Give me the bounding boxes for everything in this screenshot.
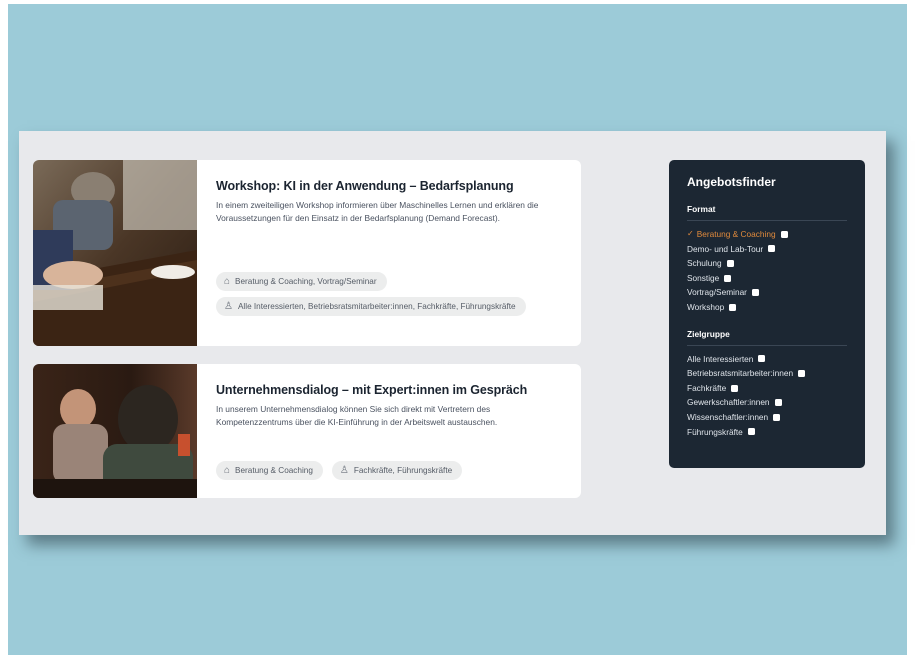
format-filter-label: Beratung & Coaching bbox=[696, 229, 776, 239]
offer-description: In einem zweiteiligen Workshop informier… bbox=[216, 200, 539, 223]
content-panel: Workshop: KI in der Anwendung – Bedarfsp… bbox=[19, 131, 886, 535]
filter-checkbox[interactable] bbox=[780, 230, 788, 238]
person-icon: ♙ bbox=[339, 465, 349, 476]
filter-checkbox[interactable] bbox=[774, 399, 782, 407]
format-filter-label: Demo- und Lab-Tour bbox=[687, 243, 764, 254]
format-filter-label: Vortrag/Seminar bbox=[687, 287, 747, 298]
format-filter-option[interactable]: Vortrag/Seminar bbox=[687, 285, 847, 300]
audience-filter-label: Gewerkschaftler:innen bbox=[687, 397, 770, 408]
format-filter-list: ✓ Beratung & Coaching Demo- und Lab-Tour Sc… bbox=[687, 227, 847, 315]
audience-filter-option[interactable]: Betriebsratsmitarbeiter:innen bbox=[687, 366, 847, 381]
finder-title: Angebotsfinder bbox=[687, 175, 776, 189]
audience-filter-option[interactable]: Wissenschaftler:innen bbox=[687, 410, 847, 425]
audience-filter-option[interactable]: Alle Interessierten bbox=[687, 352, 847, 367]
audience-filter-label: Fachkräfte bbox=[687, 382, 727, 393]
audience-filter-label: Alle Interessierten bbox=[687, 353, 754, 364]
offer-description: In unserem Unternehmensdialog können Sie… bbox=[216, 404, 498, 427]
filter-checkbox[interactable] bbox=[726, 259, 734, 267]
offer-card[interactable]: Unternehmensdialog – mit Expert:innen im… bbox=[33, 364, 581, 498]
checkmark-icon: ✓ bbox=[687, 229, 694, 238]
audience-filter-option[interactable]: Fachkräfte bbox=[687, 381, 847, 396]
tag-icon: ⌂ bbox=[224, 276, 231, 287]
audience-filter-label: Führungskräfte bbox=[687, 426, 743, 437]
format-filter-label: Sonstige bbox=[687, 272, 720, 283]
divider bbox=[687, 344, 847, 346]
offer-card-image bbox=[33, 364, 197, 498]
filter-checkbox[interactable] bbox=[751, 289, 759, 297]
audience-filter-heading: Zielgruppe bbox=[687, 328, 730, 339]
format-filter-heading: Format bbox=[687, 204, 716, 214]
filter-checkbox[interactable] bbox=[758, 355, 766, 363]
person-icon: ♙ bbox=[224, 301, 233, 312]
format-filter-option[interactable]: Workshop bbox=[687, 300, 847, 315]
filter-checkbox[interactable] bbox=[731, 384, 739, 392]
format-filter-label: Schulung bbox=[687, 258, 722, 269]
audience-filter-list: Alle Interessierten Betriebsratsmitarbeit… bbox=[687, 352, 847, 440]
filter-checkbox[interactable] bbox=[724, 274, 732, 282]
format-tag: ⌂ Beratung & Coaching bbox=[216, 461, 323, 480]
audience-tag-label: Alle Interessierten, Betriebsratsmitarbe… bbox=[237, 302, 516, 311]
audience-filter-label: Betriebsratsmitarbeiter:innen bbox=[687, 368, 794, 379]
tag-icon: ⌂ bbox=[224, 465, 231, 476]
filter-checkbox[interactable] bbox=[729, 303, 737, 311]
format-filter-option[interactable]: Demo- und Lab-Tour bbox=[687, 242, 847, 257]
format-tag: ⌂ Beratung & Coaching, Vortrag/Seminar bbox=[216, 272, 387, 291]
audience-filter-option[interactable]: Führungskräfte bbox=[687, 425, 847, 440]
audience-filter-label: Wissenschaftler:innen bbox=[687, 411, 769, 422]
format-filter-option[interactable]: Schulung bbox=[687, 256, 847, 271]
format-tag-label: Beratung & Coaching, Vortrag/Seminar bbox=[235, 277, 377, 286]
format-filter-option[interactable]: Sonstige bbox=[687, 271, 847, 286]
offer-card-image bbox=[33, 160, 197, 346]
audience-tag: ♙ Fachkräfte, Führungskräfte bbox=[331, 461, 463, 480]
format-filter-option[interactable]: ✓ Beratung & Coaching bbox=[687, 227, 847, 242]
audience-filter-option[interactable]: Gewerkschaftler:innen bbox=[687, 395, 847, 410]
audience-tag: ♙ Alle Interessierten, Betriebsratsmitar… bbox=[216, 297, 526, 316]
format-tag-label: Beratung & Coaching bbox=[235, 466, 313, 475]
audience-tag-label: Fachkräfte, Führungskräfte bbox=[353, 466, 453, 475]
filter-checkbox[interactable] bbox=[798, 369, 806, 377]
offer-finder: Angebotsfinder Format ✓ Beratung & Coachi… bbox=[669, 160, 865, 468]
offer-title[interactable]: Workshop: KI in der Anwendung – Bedarfsp… bbox=[216, 179, 565, 193]
filter-checkbox[interactable] bbox=[768, 245, 776, 253]
filter-checkbox[interactable] bbox=[747, 428, 755, 436]
offer-title[interactable]: Unternehmensdialog – mit Expert:innen im… bbox=[216, 383, 565, 397]
offer-card[interactable]: Workshop: KI in der Anwendung – Bedarfsp… bbox=[33, 160, 581, 346]
divider bbox=[687, 220, 847, 221]
format-filter-label: Workshop bbox=[687, 301, 725, 312]
filter-checkbox[interactable] bbox=[773, 413, 781, 421]
